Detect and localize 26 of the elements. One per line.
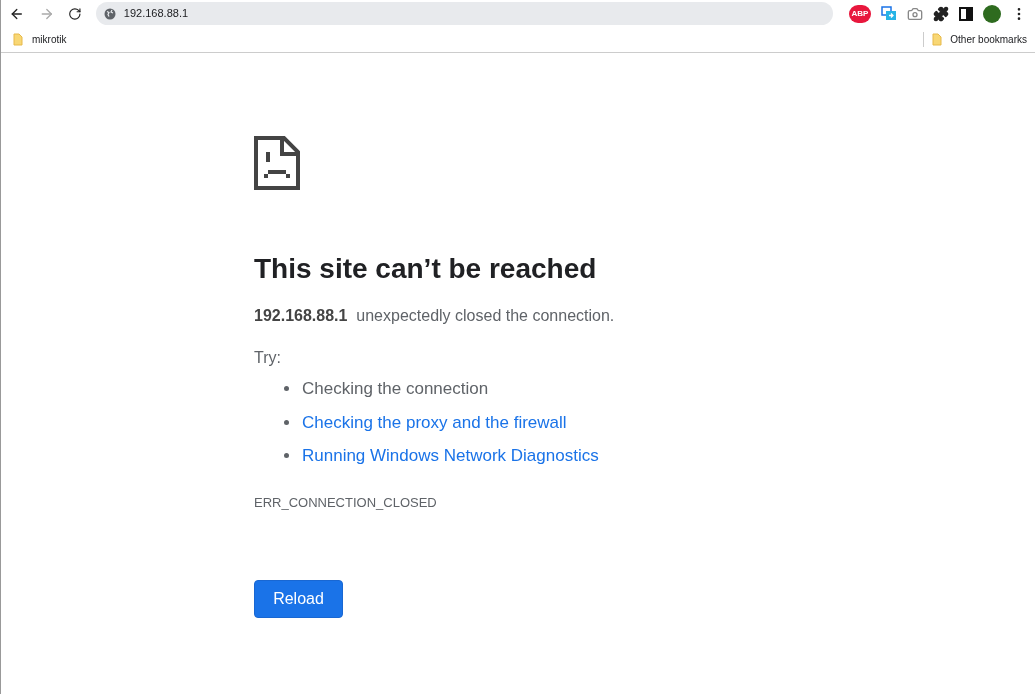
reload-icon[interactable]	[68, 6, 82, 21]
folder-icon	[932, 33, 943, 46]
error-title: This site can’t be reached	[254, 252, 597, 286]
profile-avatar[interactable]	[983, 4, 1001, 23]
folder-icon	[13, 33, 23, 46]
bullet-icon	[284, 453, 289, 459]
suggestion-link[interactable]: Running Windows Network Diagnostics	[302, 443, 599, 469]
error-message: 192.168.88.1 unexpectedly closed the connection.	[254, 306, 615, 326]
adblock-extension[interactable]: ABP	[849, 4, 871, 23]
side-panel-icon[interactable]	[959, 6, 973, 21]
reload-button[interactable]: Reload	[254, 580, 343, 618]
bullet-icon	[284, 386, 289, 392]
globe-icon	[103, 7, 116, 20]
screen-share-icon[interactable]	[881, 5, 897, 22]
error-code: ERR_CONNECTION_CLOSED	[254, 493, 437, 512]
try-label: Try:	[254, 348, 281, 368]
other-bookmarks[interactable]: Other bookmarks	[932, 32, 1027, 47]
camera-icon[interactable]	[907, 5, 923, 22]
address-bar[interactable]: 192.168.88.1	[95, 2, 833, 25]
suggestion-link[interactable]: Checking the proxy and the firewall	[302, 409, 567, 435]
url-text: 192.168.88.1	[123, 6, 189, 22]
suggestion-text: Checking the connection	[302, 378, 489, 400]
bullet-icon	[284, 419, 289, 425]
sad-page-icon	[254, 136, 300, 190]
extensions-icon[interactable]	[933, 5, 949, 22]
bookmark-item[interactable]: mikrotik	[13, 32, 67, 47]
